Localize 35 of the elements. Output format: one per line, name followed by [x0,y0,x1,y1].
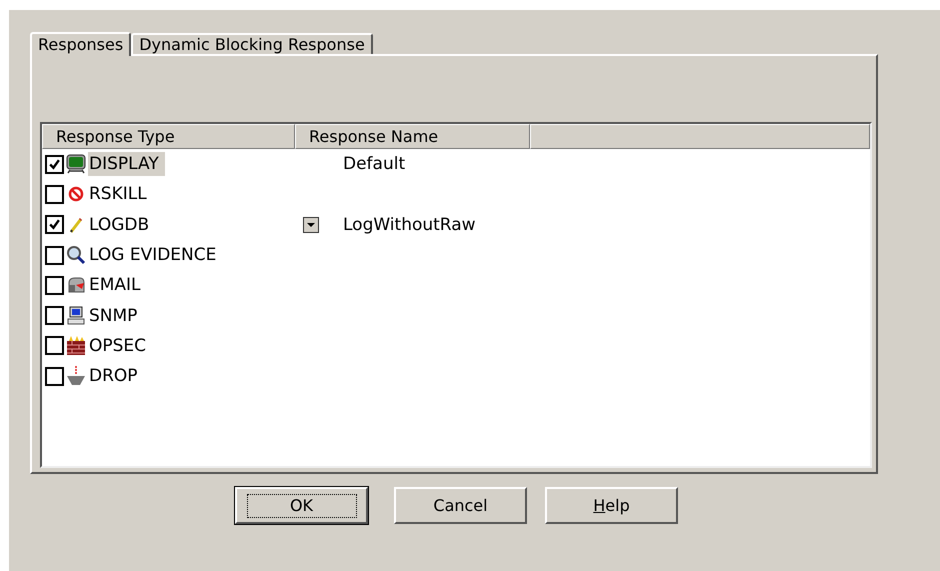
funnel-icon [66,366,86,386]
response-type-label[interactable]: EMAIL [88,273,147,298]
checkbox[interactable] [45,215,64,234]
checkmark-icon [48,218,61,232]
checkbox[interactable] [45,336,64,356]
monitor-icon [66,154,86,174]
response-type-label[interactable]: RSKILL [88,182,153,206]
response-type-label[interactable]: SNMP [88,304,144,328]
caret-icon [307,222,315,227]
tab[interactable]: Dynamic Blocking Response [131,33,373,54]
dropdown-button[interactable] [303,216,319,233]
computer-icon [66,306,86,326]
column-header[interactable]: Response Name [295,124,530,149]
checkmark-icon [48,158,61,171]
magnifier-icon [66,245,86,266]
column-header[interactable]: Response Type [42,124,295,149]
dialog-button[interactable]: Help [545,487,678,524]
response-type-label[interactable]: OPSEC [88,334,152,358]
checkbox[interactable] [45,306,64,326]
response-name: LogWithoutRaw [343,214,476,235]
tab[interactable]: Responses [30,32,132,56]
brick-wall-icon [66,336,86,356]
dialog-button[interactable]: OK [235,487,368,524]
checkbox[interactable] [45,276,64,295]
response-type-label[interactable]: DISPLAY [88,152,165,176]
response-type-label[interactable]: LOGDB [88,212,156,237]
checkbox[interactable] [45,154,64,174]
checkbox[interactable] [45,184,64,204]
checkbox[interactable] [45,246,64,265]
response-name: Default [343,154,406,174]
mailbox-icon [66,275,86,296]
response-type-label[interactable]: LOG EVIDENCE [88,243,222,268]
dialog-button[interactable]: Cancel [394,487,527,524]
response-type-label[interactable]: DROP [88,364,144,388]
checkbox[interactable] [45,366,64,386]
